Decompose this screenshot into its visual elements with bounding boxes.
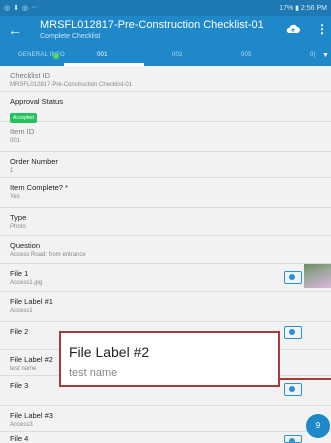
zoom-callout-label: File Label #2	[69, 344, 150, 360]
field-value: 1	[10, 168, 14, 174]
field-value: Access3	[10, 422, 33, 428]
sync-icon: ◎	[21, 5, 29, 12]
field-value: Access1.jpg	[10, 280, 43, 286]
field-question[interactable]: Question Access Road: from entrance	[0, 236, 331, 264]
field-label: Checklist ID	[10, 71, 51, 80]
back-arrow-icon[interactable]: ←	[8, 22, 24, 38]
page-subtitle: Complete Checklist	[40, 33, 101, 40]
field-file-4[interactable]: File 4	[0, 432, 331, 443]
field-label: Item Complete? *	[10, 183, 68, 192]
field-value: MRSFL012817-Pre-Construction Checklist-0…	[10, 82, 133, 88]
field-value: Access Road: from entrance	[10, 252, 86, 258]
status-bar-info: 17% ▮ 2:56 PM	[279, 5, 327, 12]
field-file-1[interactable]: File 1 Access1.jpg	[0, 264, 331, 292]
zoom-callout: File Label #2 test name	[59, 331, 280, 387]
cloud-upload-icon[interactable]	[286, 24, 300, 34]
tab-overflow[interactable]: 0(	[310, 52, 316, 58]
field-item-id: Item ID 001	[0, 122, 331, 152]
field-file-label-3[interactable]: File Label #3 Access3	[0, 406, 331, 432]
field-label: Question	[10, 241, 41, 250]
field-label: Type	[10, 213, 27, 222]
field-item-complete[interactable]: Item Complete? * Yes	[0, 178, 331, 208]
tabs-dropdown-icon[interactable]: ▼	[322, 52, 329, 59]
field-order-number[interactable]: Order Number 1	[0, 152, 331, 178]
callout-connector	[280, 378, 331, 380]
field-type[interactable]: Type Photo	[0, 208, 331, 236]
field-label: File 1	[10, 269, 29, 278]
file-1-thumbnail[interactable]	[304, 264, 331, 288]
tab-002[interactable]: 002	[172, 52, 183, 58]
tab-bar: GENERAL INFO 001 002 005 0( ▼	[0, 46, 331, 66]
floating-action-button[interactable]: 9	[306, 414, 330, 438]
tab-001[interactable]: 001	[97, 52, 108, 58]
tab-005[interactable]: 005	[241, 52, 252, 58]
field-value: Yes	[10, 194, 20, 200]
field-label: File 4	[10, 434, 29, 443]
zoom-callout-value: test name	[69, 367, 118, 379]
field-label: File Label #1	[10, 297, 53, 306]
camera-icon[interactable]	[284, 326, 302, 339]
complete-status-dot	[53, 53, 59, 59]
camera-icon[interactable]	[284, 435, 302, 443]
status-bar: ◎ ⬇ ◎ ··· 17% ▮ 2:56 PM	[0, 0, 331, 16]
field-approval-status: Approval Status Accepted	[0, 92, 331, 123]
field-value: 001	[10, 138, 21, 144]
more-notifications-icon: ···	[31, 4, 39, 11]
status-bar-icons: ◎ ⬇ ◎ ···	[4, 4, 38, 12]
download-icon: ⬇	[13, 5, 19, 12]
field-label: Item ID	[10, 127, 35, 136]
notification-icon: ◎	[4, 5, 11, 12]
more-options-icon[interactable]: ⋮	[316, 22, 328, 36]
status-bar-right: 17% ▮ 2:56 PM	[279, 4, 327, 12]
app-bar: ← MRSFL012817-Pre-Construction Checklist…	[0, 16, 331, 46]
field-value: Photo	[10, 224, 26, 230]
camera-icon[interactable]	[284, 383, 302, 396]
field-file-label-1[interactable]: File Label #1 Access1	[0, 292, 331, 322]
page-title: MRSFL012817-Pre-Construction Checklist-0…	[40, 19, 264, 31]
field-label: Approval Status	[10, 97, 63, 106]
field-checklist-id: Checklist ID MRSFL012817-Pre-Constructio…	[0, 66, 331, 92]
field-label: File Label #3	[10, 411, 53, 420]
field-value: Access1	[10, 308, 33, 314]
camera-icon[interactable]	[284, 271, 302, 284]
field-label: Order Number	[10, 157, 58, 166]
